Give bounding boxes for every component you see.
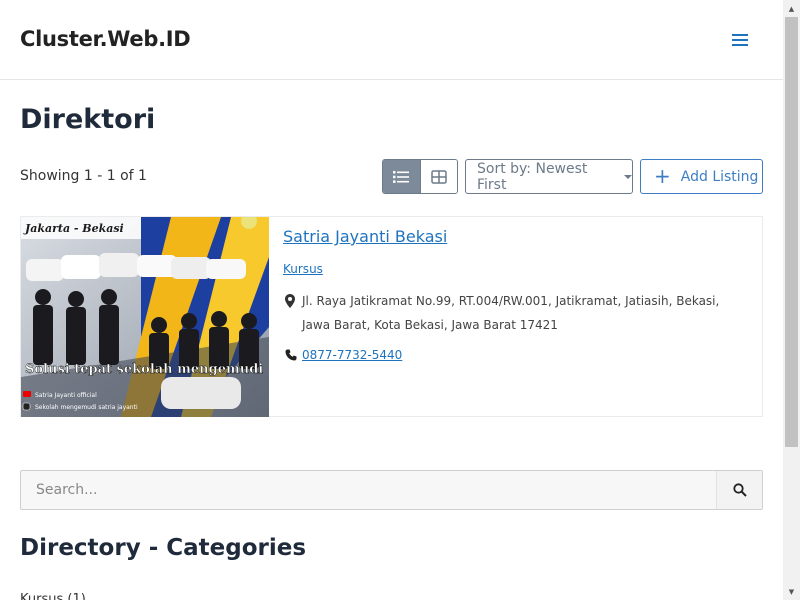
phone-icon	[285, 349, 297, 361]
site-title[interactable]: Cluster.Web.ID	[20, 27, 191, 51]
listing-category-link[interactable]: Kursus	[283, 262, 323, 276]
search-form	[20, 470, 763, 510]
list-view-button[interactable]	[383, 160, 420, 193]
search-icon	[732, 483, 747, 497]
listing-phone: 0877-7732-5440	[285, 348, 402, 362]
image-social-2: Sekolah mengemudi satria jayanti	[35, 404, 138, 411]
phone-number-link[interactable]: 0877-7732-5440	[302, 348, 402, 362]
categories-heading: Directory - Categories	[20, 535, 307, 561]
scrollbar-thumb[interactable]	[785, 17, 798, 447]
add-listing-label: Add Listing	[680, 168, 759, 185]
caret-down-icon	[624, 174, 632, 179]
vertical-scrollbar[interactable]: ▲ ▼	[783, 0, 800, 600]
category-item[interactable]: Kursus (1)	[20, 592, 86, 600]
hamburger-icon[interactable]	[732, 33, 750, 47]
list-view-icon	[393, 170, 410, 183]
image-slogan-text: Solusi tepat sekolah mengemudi	[25, 362, 263, 377]
page-title: Direktori	[20, 104, 156, 135]
listing-address-text: Jl. Raya Jatikramat No.99, RT.004/RW.001…	[302, 294, 720, 332]
listing-image[interactable]: Jakarta - Bekasi Solusi tepat sekolah me…	[21, 217, 269, 417]
search-button[interactable]	[716, 471, 762, 509]
search-input[interactable]	[21, 471, 716, 509]
image-social-1: Satria Jayanti official	[35, 392, 97, 399]
plus-icon: +	[654, 163, 671, 188]
scroll-down-arrow-icon[interactable]: ▼	[783, 583, 800, 600]
grid-view-button[interactable]	[419, 160, 457, 193]
grid-view-icon	[431, 169, 447, 184]
listing-address: Jl. Raya Jatikramat No.99, RT.004/RW.001…	[285, 289, 745, 337]
listing-title-link[interactable]: Satria Jayanti Bekasi	[283, 227, 447, 246]
map-marker-icon	[285, 294, 295, 308]
site-header: Cluster.Web.ID	[0, 0, 783, 80]
listing-photo: Jakarta - Bekasi Solusi tepat sekolah me…	[21, 217, 269, 417]
sort-label: Sort by: Newest First	[477, 160, 588, 193]
view-toggle	[382, 159, 458, 194]
scroll-up-arrow-icon[interactable]: ▲	[783, 0, 800, 17]
image-banner-text: Jakarta - Bekasi	[23, 222, 124, 235]
add-listing-button[interactable]: + Add Listing	[640, 159, 763, 194]
results-count: Showing 1 - 1 of 1	[20, 168, 147, 184]
listing-card: Jakarta - Bekasi Solusi tepat sekolah me…	[20, 216, 763, 417]
sort-dropdown[interactable]: Sort by: Newest First	[465, 159, 633, 194]
